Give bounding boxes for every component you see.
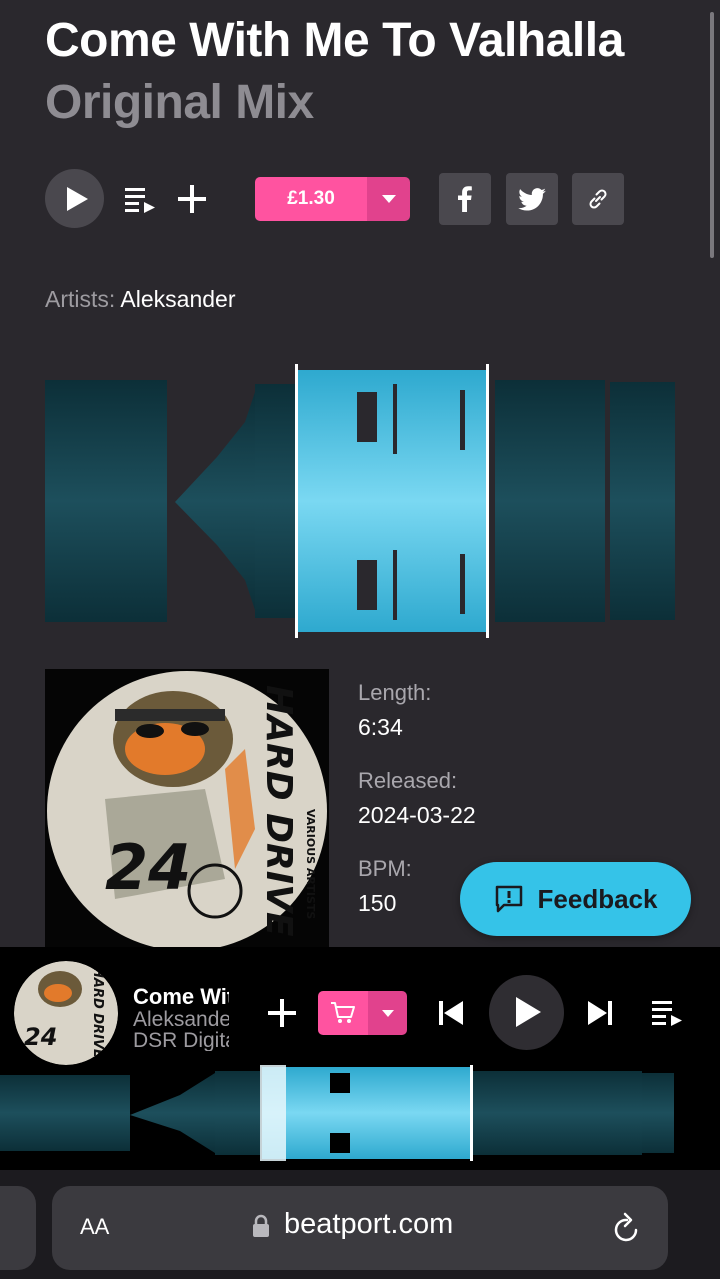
page-scrollbar[interactable] (710, 12, 714, 258)
previous-tab[interactable] (0, 1186, 36, 1270)
mini-track-label: DSR Digital (133, 1029, 229, 1051)
track-details: Length: 6:34 Released: 2024-03-22 BPM: 1… (358, 680, 476, 944)
mini-play-button[interactable] (489, 975, 564, 1050)
play-icon (516, 997, 541, 1027)
release-artwork[interactable]: 24 HARD DRIVE VARIOUS ARTISTS (45, 669, 329, 947)
price-label[interactable]: £1.30 (255, 177, 367, 221)
mini-player-artwork[interactable]: 24 HARD DRIVE (14, 961, 118, 1065)
artwork-title: HARD DRIVE (258, 685, 299, 937)
artists-label: Artists: (45, 286, 116, 312)
artwork-number: 24 (105, 831, 191, 904)
cart-icon[interactable] (318, 991, 368, 1035)
play-icon (67, 187, 88, 211)
mini-player-waveform[interactable] (0, 1065, 720, 1161)
play-button[interactable] (45, 169, 104, 228)
mini-player-info[interactable]: Come With Me To Valhalla Aleksander DSR … (133, 985, 229, 1051)
reader-settings-button[interactable]: AA (80, 1214, 109, 1240)
add-to-cart-button[interactable] (318, 991, 407, 1035)
copy-link-button[interactable] (572, 173, 624, 225)
feedback-label: Feedback (537, 883, 658, 914)
artwork-subtitle: VARIOUS ARTISTS (304, 809, 317, 919)
facebook-share-button[interactable] (439, 173, 491, 225)
mini-player: 24 HARD DRIVE Come With Me To Valhalla A… (0, 947, 720, 1170)
mini-track-title: Come With Me To Valhalla (133, 985, 229, 1009)
released-label: Released: (358, 768, 458, 793)
released-value: 2024-03-22 (358, 802, 476, 828)
length-label: Length: (358, 680, 432, 705)
bpm-label: BPM: (358, 856, 412, 881)
lock-icon (253, 1214, 269, 1237)
track-title: Come With Me To Valhalla Original Mix (45, 10, 685, 134)
link-icon (589, 189, 607, 209)
twitter-icon (518, 187, 546, 211)
twitter-share-button[interactable] (506, 173, 558, 225)
next-track-icon[interactable] (587, 1000, 613, 1026)
add-to-queue-icon[interactable] (125, 186, 157, 214)
mini-track-artist: Aleksander (133, 1008, 229, 1031)
chevron-down-icon[interactable] (367, 177, 410, 221)
buy-button[interactable]: £1.30 (255, 177, 410, 221)
length-value: 6:34 (358, 714, 403, 740)
address-bar[interactable]: AA beatport.com (52, 1186, 668, 1270)
add-to-playlist-icon[interactable] (266, 997, 298, 1029)
track-title-text: Come With Me To Valhalla (45, 14, 624, 67)
track-controls: £1.30 (45, 168, 645, 230)
artists-line: Artists: Aleksander (45, 286, 235, 313)
queue-icon[interactable] (652, 999, 684, 1027)
artist-link[interactable]: Aleksander (120, 286, 235, 312)
artwork-image: 24 HARD DRIVE VARIOUS ARTISTS (45, 669, 329, 947)
add-to-playlist-icon[interactable] (177, 184, 207, 214)
track-waveform[interactable] (45, 362, 675, 640)
track-mix: Original Mix (45, 76, 314, 129)
feedback-button[interactable]: Feedback (460, 862, 691, 936)
facebook-icon (458, 186, 472, 212)
previous-track-icon[interactable] (438, 1000, 464, 1026)
mini-artwork-number: 24 (24, 1023, 57, 1051)
feedback-icon (495, 885, 522, 913)
chevron-down-icon[interactable] (368, 991, 407, 1035)
mini-artwork-title: HARD DRIVE (90, 967, 105, 1058)
url-domain[interactable]: beatport.com (284, 1208, 453, 1241)
reload-icon[interactable] (612, 1212, 642, 1244)
browser-bar: AA beatport.com (0, 1170, 720, 1279)
bpm-value: 150 (358, 890, 397, 916)
